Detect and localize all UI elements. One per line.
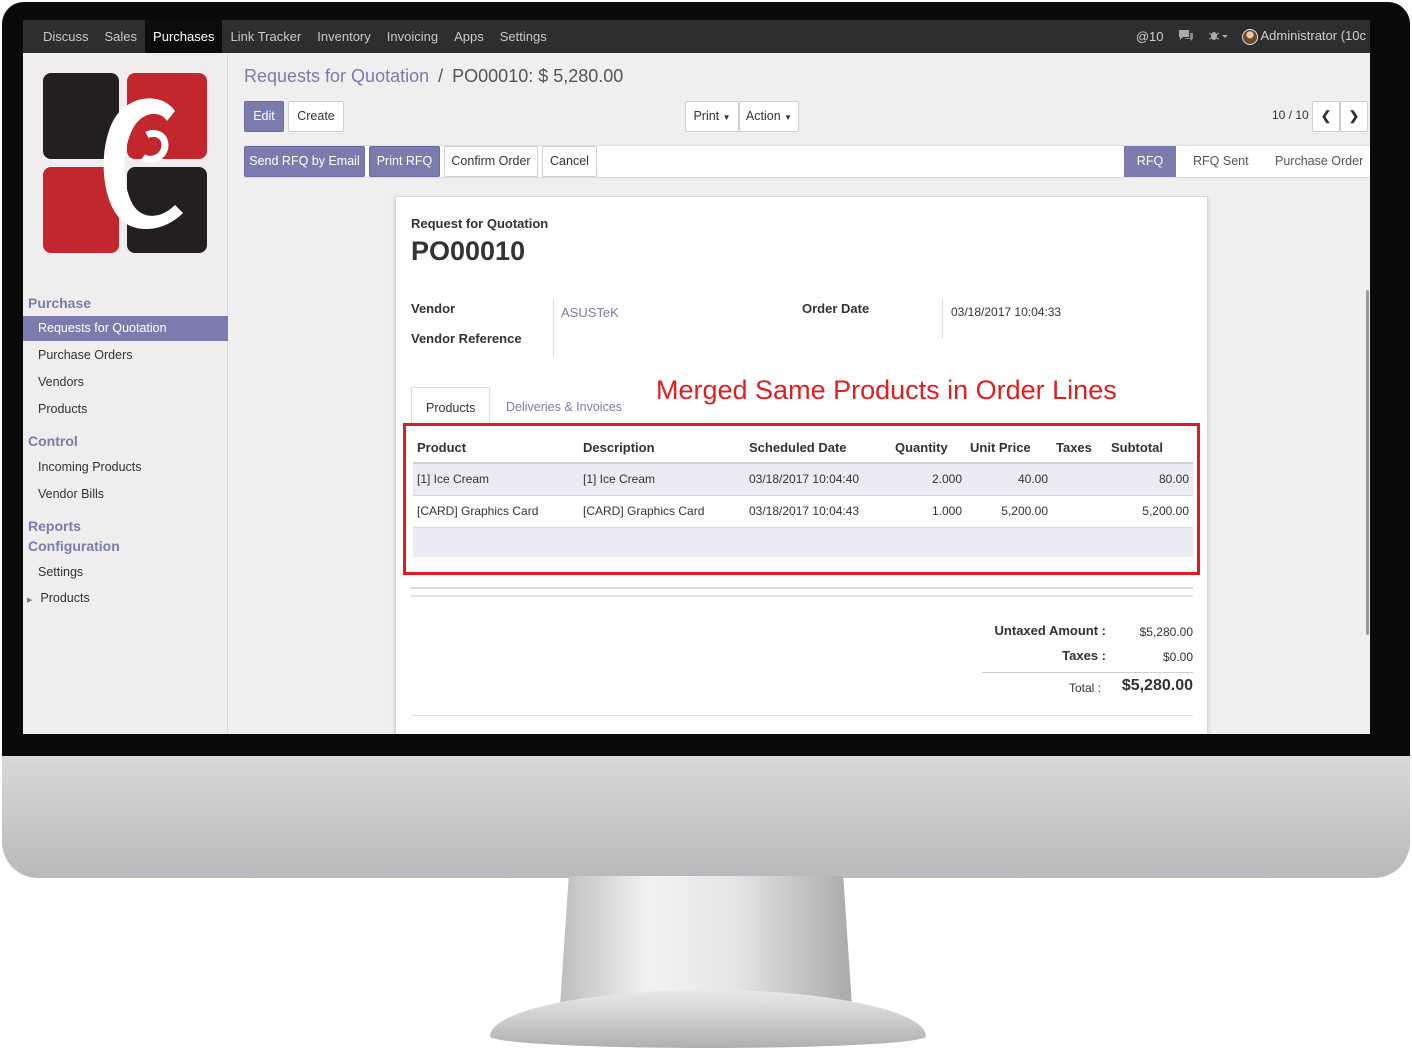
untaxed-amount-value: $5,280.00 [1139,625,1193,639]
pager-value[interactable]: 10 / 10 [1272,108,1309,122]
caret-right-icon: ▶ [27,597,33,604]
stage-purchase-order[interactable]: Purchase Order [1275,146,1370,177]
chevron-right-icon: ❯ [1348,109,1360,123]
company-logo [43,73,207,253]
send-rfq-email-button[interactable]: Send RFQ by Email [244,146,365,177]
sidebar-item-label: Products [40,591,90,605]
table-footer-rule [411,587,1193,589]
menu-sales[interactable]: Sales [97,20,146,53]
breadcrumb-current: PO00010: $ 5,280.00 [452,66,624,86]
caret-down-icon: ▼ [784,113,793,122]
mentions-counter[interactable]: @10 [1136,29,1164,44]
action-dropdown[interactable]: Action ▼ [739,101,799,132]
breadcrumb-parent[interactable]: Requests for Quotation [244,66,429,86]
menu-apps[interactable]: Apps [446,20,492,53]
user-menu[interactable]: Administrator (10c [1241,28,1366,45]
form-sheet: Request for Quotation PO00010 Vendor ASU… [395,196,1208,734]
stage-rfq-sent[interactable]: RFQ Sent [1193,146,1257,177]
total-label: Total : [1068,681,1101,695]
sheet-divider [411,715,1193,716]
statusbar: Send RFQ by Email Print RFQ Confirm Orde… [244,145,1370,178]
breadcrumb-separator: / [438,66,444,86]
confirm-order-button[interactable]: Confirm Order [444,146,538,177]
top-navbar: Discuss Sales Purchases Link Tracker Inv… [23,20,1370,53]
sidebar-item-products[interactable]: Products [23,397,228,422]
totals-divider [982,672,1193,673]
print-dropdown[interactable]: Print ▼ [685,101,739,132]
edit-button[interactable]: Edit [244,101,284,132]
avatar [1241,28,1258,45]
vendor-label: Vendor [411,301,456,316]
chat-icon[interactable] [1178,29,1194,45]
user-name: Administrator (10c [1260,28,1366,44]
print-label: Print [693,109,720,123]
menu-purchases[interactable]: Purchases [145,20,223,53]
print-rfq-button[interactable]: Print RFQ [369,146,440,177]
sidebar-item-incoming-products[interactable]: Incoming Products [23,455,228,480]
create-button[interactable]: Create [288,101,344,132]
caret-down-icon: ▼ [722,113,731,122]
divider [942,299,943,339]
menu-settings[interactable]: Settings [492,20,555,53]
sidebar-section-configuration: Configuration [28,538,120,554]
table-footer-rule [411,595,1193,597]
sidebar-section-reports[interactable]: Reports [28,518,81,534]
action-label: Action [745,109,781,123]
sidebar-item-vendor-bills[interactable]: Vendor Bills [23,482,228,507]
breadcrumb: Requests for Quotation / PO00010: $ 5,28… [244,66,623,87]
screen: Discuss Sales Purchases Link Tracker Inv… [23,20,1370,734]
sidebar-section-control: Control [28,433,78,449]
vendor-link[interactable]: ASUSTeK [561,305,619,320]
sidebar: Purchase Requests for Quotation Purchase… [23,53,228,734]
sidebar-item-settings[interactable]: Settings [23,560,228,585]
cancel-button[interactable]: Cancel [542,146,597,177]
sidebar-item-config-products[interactable]: ▶ Products [23,586,228,611]
record-name: PO00010 [411,236,526,266]
systray: @10 Administrator (10c [1136,20,1370,53]
pager-previous-button[interactable]: ❮ [1312,101,1340,132]
menu-link-tracker[interactable]: Link Tracker [222,20,309,53]
taxes-label: Taxes : [1062,648,1106,663]
taxes-value: $0.00 [1162,650,1193,664]
monitor-base [490,990,926,1048]
tab-deliveries-invoices[interactable]: Deliveries & Invoices [506,387,622,423]
annotation-highlight-box [403,423,1200,575]
pager-next-button[interactable]: ❯ [1340,101,1368,132]
menu-invoicing[interactable]: Invoicing [379,20,446,53]
monitor-chin [2,756,1410,878]
untaxed-amount-label: Untaxed Amount : [994,623,1106,638]
menu-inventory[interactable]: Inventory [309,20,378,53]
menu-discuss[interactable]: Discuss [35,20,97,53]
sidebar-item-requests-for-quotation[interactable]: Requests for Quotation [23,316,228,341]
vendor-reference-label: Vendor Reference [411,331,522,346]
sidebar-item-vendors[interactable]: Vendors [23,370,228,395]
divider [553,299,554,357]
debug-bug-icon[interactable] [1208,29,1228,45]
stage-rfq[interactable]: RFQ [1124,146,1176,177]
total-value: $5,280.00 [1121,677,1193,694]
sidebar-section-purchase: Purchase [28,295,92,311]
sidebar-item-purchase-orders[interactable]: Purchase Orders [23,343,228,368]
scrollbar[interactable] [1366,290,1369,635]
tab-products[interactable]: Products [411,387,491,423]
form-subtitle: Request for Quotation [411,216,549,231]
annotation-text: Merged Same Products in Order Lines [656,375,1117,405]
app-menu: Discuss Sales Purchases Link Tracker Inv… [35,20,555,53]
order-date-value: 03/18/2017 10:04:33 [951,305,1062,319]
order-date-label: Order Date [802,301,870,316]
monitor-stand [560,876,852,1006]
chevron-left-icon: ❮ [1320,109,1332,123]
